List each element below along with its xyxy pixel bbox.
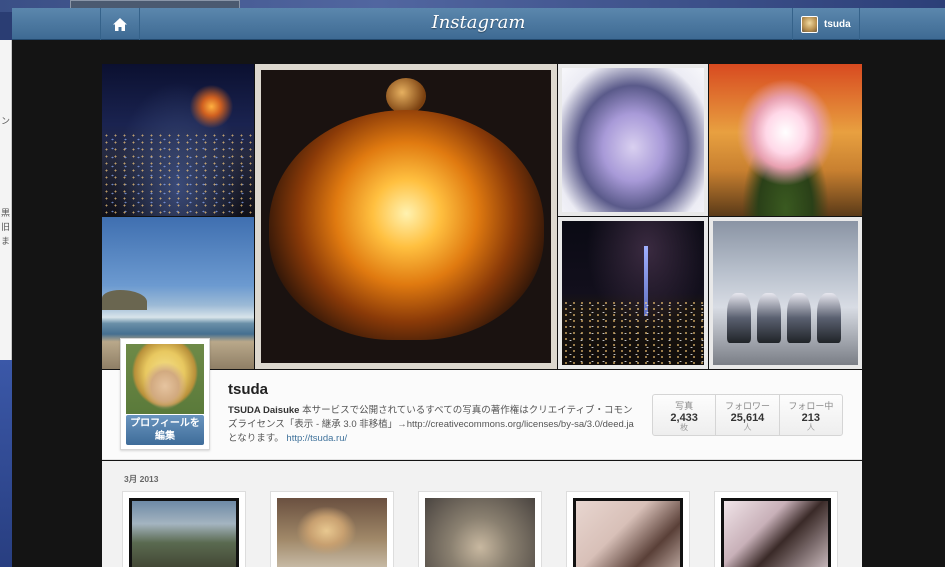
background-window: ン 黒 旧 ま <box>0 40 12 360</box>
stat-label: 写真 <box>675 401 694 411</box>
background-window-text: 黒 <box>1 209 11 219</box>
background-window-text: ま <box>1 237 11 247</box>
background-window-text: 旧 <box>1 223 11 233</box>
cover-photo[interactable] <box>102 64 254 216</box>
cover-photo[interactable] <box>709 64 862 216</box>
bio-website-link[interactable]: http://tsuda.ru/ <box>286 433 347 444</box>
cover-photo-grid <box>102 64 862 369</box>
feed-thumbnail[interactable] <box>122 491 246 567</box>
edit-profile-label-line1: プロフィールを <box>130 418 200 429</box>
feed-thumbnail[interactable] <box>270 491 394 567</box>
profile-bio: TSUDA Daisuke 本サービスで公開されているすべての写真の著作権はクリ… <box>228 404 638 446</box>
top-navigation-bar: Instagram tsuda <box>12 8 945 40</box>
stat-following[interactable]: フォロー中 213 人 <box>780 395 842 435</box>
feed-thumbnail[interactable] <box>714 491 838 567</box>
cover-photo[interactable] <box>558 217 708 369</box>
profile-avatar[interactable] <box>126 344 204 414</box>
bio-name: TSUDA Daisuke <box>228 405 300 416</box>
user-avatar-mini <box>801 15 818 33</box>
instagram-profile-page: Instagram tsuda プロフィールを 編集 tsuda TSUDA D… <box>12 8 945 567</box>
feed-thumbnail[interactable] <box>566 491 690 567</box>
stat-label: フォロワー <box>724 401 770 411</box>
feed-thumbnail[interactable] <box>418 491 542 567</box>
stat-followers[interactable]: フォロワー 25,614 人 <box>716 395 780 435</box>
stat-photos[interactable]: 写真 2,433 枚 <box>653 395 717 435</box>
profile-header: プロフィールを 編集 tsuda TSUDA Daisuke 本サービスで公開さ… <box>102 338 862 460</box>
feed-month-label: 3月 2013 <box>124 474 159 484</box>
stat-label: フォロー中 <box>788 401 834 411</box>
cover-photo-featured[interactable] <box>255 64 557 369</box>
profile-username: tsuda <box>228 381 269 398</box>
user-menu-username: tsuda <box>824 18 851 30</box>
desktop-background-left <box>0 360 12 567</box>
edit-profile-button[interactable]: プロフィールを 編集 <box>126 415 204 445</box>
user-menu-button[interactable]: tsuda <box>792 8 860 40</box>
edit-profile-label-line2: 編集 <box>155 431 175 442</box>
stat-unit: 枚 <box>680 423 689 432</box>
stat-unit: 人 <box>743 423 752 432</box>
profile-stats: 写真 2,433 枚 フォロワー 25,614 人 フォロー中 213 人 <box>652 394 843 436</box>
stat-unit: 人 <box>806 423 815 432</box>
background-window-text: ン <box>1 117 11 127</box>
photo-feed: 3月 2013 <box>102 461 862 567</box>
cover-photo[interactable] <box>709 217 862 369</box>
profile-avatar-card: プロフィールを 編集 <box>120 338 210 450</box>
cover-photo[interactable] <box>558 64 708 216</box>
